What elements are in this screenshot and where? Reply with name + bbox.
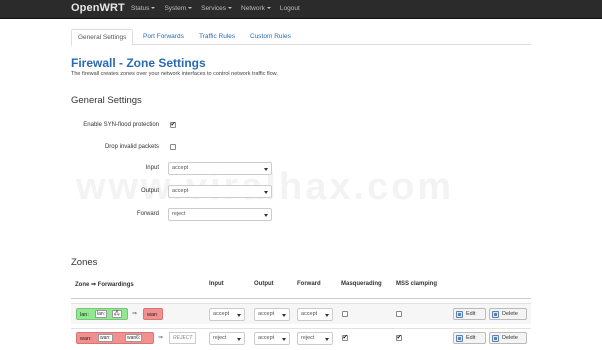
menu-logout[interactable]: Logout xyxy=(280,5,300,12)
zone-wan-badge[interactable]: wan: wan: wan6: xyxy=(76,332,154,344)
chevron-down-icon xyxy=(237,313,241,317)
menu-system-label: System xyxy=(164,5,187,12)
zone-forward-value: reject xyxy=(301,335,315,341)
chevron-down-icon xyxy=(325,313,329,317)
syn-flood-label: Enable SYN-flood protection xyxy=(83,122,159,128)
col-zone-forwardings: Zone ⇒ Forwardings xyxy=(75,282,134,288)
chevron-down-icon xyxy=(266,7,271,9)
zone-target-badge[interactable]: wan xyxy=(143,308,163,320)
tab-port-forwards[interactable]: Port Forwards xyxy=(137,29,190,45)
table-header-divider xyxy=(71,298,531,299)
network-chip: wan: xyxy=(98,334,113,342)
input-policy-label: Input xyxy=(145,165,159,171)
delete-zone-button[interactable]: Delete xyxy=(489,332,527,344)
col-input: Input xyxy=(209,281,224,287)
page-description: The firewall creates zones over your net… xyxy=(71,71,278,77)
delete-label: Delete xyxy=(502,311,518,317)
zone-forward-select[interactable]: reject xyxy=(297,332,333,345)
chevron-down-icon xyxy=(151,7,156,9)
zone-output-value: accept xyxy=(258,335,275,341)
forward-policy-value: reject xyxy=(172,211,186,217)
chevron-down-icon xyxy=(282,337,286,341)
zone-input-value: reject xyxy=(213,335,227,341)
zone-input-value: accept xyxy=(213,311,230,317)
zone-forward-value: accept xyxy=(301,311,318,317)
forward-arrow-icon: ⇒ xyxy=(158,335,164,341)
zone-name: lan: xyxy=(80,312,89,318)
chevron-down-icon xyxy=(188,7,193,9)
zone-input-select[interactable]: reject xyxy=(209,332,245,345)
delete-icon xyxy=(492,334,499,342)
chevron-down-icon xyxy=(264,213,268,217)
main-menu: Status System Services Network Logout xyxy=(131,5,309,12)
col-masquerading: Masquerading xyxy=(341,281,382,287)
input-policy-select[interactable]: accept xyxy=(168,162,272,175)
top-navbar: OpenWRT Status System Services Network L… xyxy=(0,0,602,19)
zone-lan-badge[interactable]: lan: lan: 🖧 xyxy=(76,308,128,320)
menu-status-label: Status xyxy=(131,5,150,12)
menu-services-label: Services xyxy=(201,5,227,12)
col-output: Output xyxy=(254,281,274,287)
forward-arrow-icon: ⇒ xyxy=(132,311,138,317)
drop-invalid-label: Drop invalid packets xyxy=(104,144,159,150)
edit-icon xyxy=(456,310,463,318)
input-policy-value: accept xyxy=(172,165,189,171)
menu-services[interactable]: Services xyxy=(201,5,233,12)
zone-forward-select[interactable]: accept xyxy=(297,308,333,321)
mss-clamping-checkbox[interactable] xyxy=(396,311,402,317)
tab-traffic-rules[interactable]: Traffic Rules xyxy=(193,29,241,45)
network-chip: wan6: xyxy=(125,334,143,342)
edit-icon xyxy=(456,334,463,342)
drop-invalid-checkbox[interactable] xyxy=(170,144,176,150)
masquerading-checkbox[interactable] xyxy=(342,333,348,341)
tab-general-settings[interactable]: General Settings xyxy=(71,29,134,46)
output-policy-select[interactable]: accept xyxy=(168,185,272,198)
col-forward: Forward xyxy=(297,281,321,287)
edit-zone-button[interactable]: Edit xyxy=(453,308,486,320)
chevron-down-icon xyxy=(264,190,268,194)
forward-policy-select[interactable]: reject xyxy=(168,208,272,221)
edit-label: Edit xyxy=(466,311,476,317)
output-policy-label: Output xyxy=(140,188,159,194)
zone-output-select[interactable]: accept xyxy=(254,308,290,321)
zone-output-value: accept xyxy=(258,311,275,317)
delete-zone-button[interactable]: Delete xyxy=(489,308,527,320)
zone-name: wan: xyxy=(80,336,92,342)
zone-input-select[interactable]: accept xyxy=(209,308,245,321)
delete-icon xyxy=(492,310,499,318)
mss-clamping-checkbox[interactable] xyxy=(396,333,402,341)
menu-network[interactable]: Network xyxy=(241,5,271,12)
syn-flood-checkbox[interactable] xyxy=(170,120,176,128)
network-icon: 🖧 xyxy=(112,310,122,318)
menu-status[interactable]: Status xyxy=(131,5,156,12)
brand-logo[interactable]: OpenWRT xyxy=(71,2,125,14)
chevron-down-icon xyxy=(228,7,233,9)
zones-heading: Zones xyxy=(71,257,98,268)
menu-system[interactable]: System xyxy=(164,5,193,12)
chevron-down-icon xyxy=(282,313,286,317)
general-settings-heading: General Settings xyxy=(71,95,142,106)
output-policy-value: accept xyxy=(172,188,189,194)
page-title: Firewall - Zone Settings xyxy=(71,56,206,70)
col-mss-clamping: MSS clamping xyxy=(396,281,438,287)
chevron-down-icon xyxy=(325,337,329,341)
tab-custom-rules[interactable]: Custom Rules xyxy=(244,29,297,45)
forward-policy-label: Forward xyxy=(136,211,159,217)
zone-output-select[interactable]: accept xyxy=(254,332,290,345)
edit-label: Edit xyxy=(466,335,476,341)
masquerading-checkbox[interactable] xyxy=(342,311,348,317)
zone-target-reject: REJECT xyxy=(169,332,197,344)
delete-label: Delete xyxy=(502,335,518,341)
edit-zone-button[interactable]: Edit xyxy=(453,332,486,344)
chevron-down-icon xyxy=(264,167,268,171)
menu-network-label: Network xyxy=(241,5,265,12)
settings-tabs: General Settings Port Forwards Traffic R… xyxy=(71,29,531,46)
chevron-down-icon xyxy=(237,337,241,341)
network-chip: lan: xyxy=(95,310,108,318)
